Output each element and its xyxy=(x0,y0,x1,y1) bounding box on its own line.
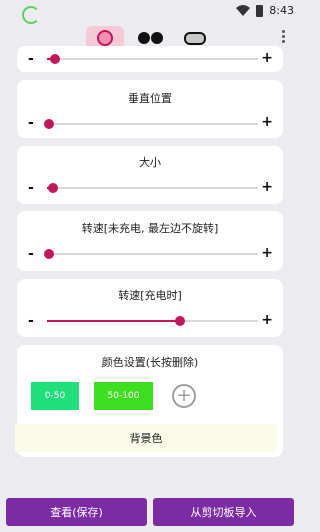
slider-thumb[interactable] xyxy=(48,183,59,193)
decrease-button[interactable]: - xyxy=(28,247,34,261)
slider-track[interactable] xyxy=(47,54,258,64)
slider-track[interactable] xyxy=(44,249,258,259)
battery-icon xyxy=(256,4,264,17)
wifi-icon xyxy=(236,5,251,16)
decrease-button[interactable]: - xyxy=(28,52,34,66)
status-bar: 8:43 xyxy=(0,0,300,24)
slider-thumb[interactable] xyxy=(174,316,185,326)
slider-track[interactable] xyxy=(44,119,258,129)
plus-icon: + xyxy=(176,385,192,406)
slider-title: 转速[充电时] xyxy=(118,289,182,302)
import-clipboard-button[interactable]: 从剪切板导入 xyxy=(153,498,294,526)
color-range-0[interactable]: 0-50 xyxy=(31,382,79,410)
increase-button[interactable]: + xyxy=(261,51,273,65)
color-range-1[interactable]: 50-100 xyxy=(94,382,153,410)
color-range-label: 0-50 xyxy=(44,391,66,401)
slider-title: 垂直位置 xyxy=(128,92,172,105)
slider-track[interactable] xyxy=(47,316,258,326)
import-clipboard-label: 从剪切板导入 xyxy=(190,506,257,519)
increase-button[interactable]: + xyxy=(261,246,273,260)
clock: 8:43 xyxy=(269,4,294,17)
increase-button[interactable]: + xyxy=(261,313,273,327)
decrease-button[interactable]: - xyxy=(28,181,34,195)
view-save-button[interactable]: 查看(保存) xyxy=(6,498,147,526)
slider-thumb[interactable] xyxy=(44,249,55,259)
background-color-label: 背景色 xyxy=(129,432,163,445)
slider-track[interactable] xyxy=(47,183,258,193)
background-color-row[interactable]: 背景色 xyxy=(15,424,277,452)
ring-icon xyxy=(97,30,113,46)
view-save-label: 查看(保存) xyxy=(50,506,103,519)
status-icons: 8:43 xyxy=(236,4,294,17)
decrease-button[interactable]: - xyxy=(28,116,34,130)
color-settings-title: 颜色设置(长按删除) xyxy=(101,356,199,369)
increase-button[interactable]: + xyxy=(261,115,273,129)
slider-card-size: 大小 - + xyxy=(17,146,283,204)
loading-spinner-icon xyxy=(22,6,40,24)
slider-title: 大小 xyxy=(139,156,161,169)
slider-card-speed-uncharged: 转速[未充电, 最左边不旋转] - + xyxy=(17,211,283,271)
slider-title: 转速[未充电, 最左边不旋转] xyxy=(81,222,219,235)
slider-fill xyxy=(47,320,180,322)
increase-button[interactable]: + xyxy=(261,180,273,194)
decrease-button[interactable]: - xyxy=(28,314,34,328)
color-range-label: 50-100 xyxy=(107,391,140,401)
slider-thumb[interactable] xyxy=(44,119,55,129)
slider-card-vertical-position: 垂直位置 - + xyxy=(17,80,283,138)
slider-card-horizontal: - + xyxy=(17,46,283,72)
glasses-icon xyxy=(137,32,163,44)
slider-thumb[interactable] xyxy=(50,54,61,64)
slider-card-speed-charging: 转速[充电时] - + xyxy=(17,279,283,337)
pill-icon xyxy=(184,31,206,45)
add-color-button[interactable]: + xyxy=(172,384,196,408)
overflow-menu-icon[interactable] xyxy=(282,30,286,43)
